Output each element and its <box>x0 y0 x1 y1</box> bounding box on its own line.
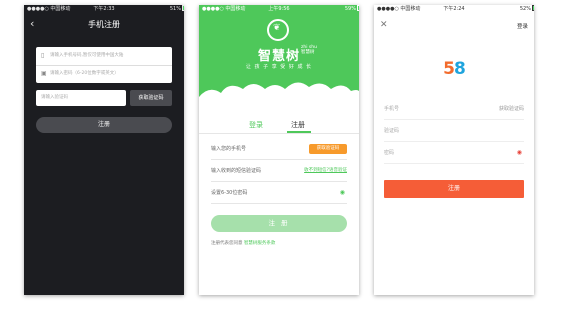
voice-code-link[interactable]: 收不到短信?语音验证 <box>304 161 347 181</box>
phone-58-register-screen: ●●●●○ 中国移动 下午2:24 52% ✕ 登录 58 手机号 获取验证码 … <box>374 5 534 295</box>
status-bar: ●●●●○ 中国移动 上午9:56 59% <box>199 5 359 14</box>
brand-name: 智慧树 <box>257 49 300 64</box>
status-bar: ●●●●○ 中国移动 下午2:33 51% <box>24 5 184 14</box>
status-time: 上午9:56 <box>268 6 290 12</box>
logo-leaf-icon: ❦ <box>273 23 281 33</box>
code-label: 验证码 <box>384 128 400 134</box>
password-field[interactable]: 密码 ◉ <box>384 143 524 164</box>
tab-register[interactable]: 注册 <box>291 120 305 130</box>
battery-status: 59% <box>344 5 359 14</box>
password-label: 设置6-30位密码 <box>211 190 248 196</box>
auth-tabs: 登录 注册 <box>199 117 359 134</box>
terms-link[interactable]: 智慧树服务条款 <box>244 241 276 246</box>
battery-status: 51% <box>169 5 184 14</box>
credentials-card: ▯ 请输入手机号码,暂仅可使用中国大陆 ▣ 请输入密码（6-20位数字或英文） <box>36 47 172 83</box>
logo-digit-5: 5 <box>443 59 455 79</box>
app-logo: 58 <box>374 59 534 79</box>
battery-percent: 51% <box>169 6 181 12</box>
phone-icon: ▯ <box>41 52 45 59</box>
close-icon[interactable]: ✕ <box>380 20 388 30</box>
page-title: 手机注册 <box>88 20 120 29</box>
terms-notice: 注册代表您同意 智慧树服务条款 <box>211 240 275 246</box>
battery-percent: 59% <box>344 6 356 12</box>
brand-subtitle: zhi shu 智慧树 <box>301 45 317 55</box>
active-tab-indicator <box>287 131 311 133</box>
battery-icon <box>182 5 184 11</box>
phone-field[interactable]: 输入您的手机号 获取验证码 <box>211 139 347 160</box>
battery-icon <box>357 5 359 11</box>
status-time: 下午2:33 <box>93 6 115 12</box>
phone-dark-register-screen: ●●●●○ 中国移动 下午2:33 51% ‹ 手机注册 ▯ 请输入手机号码,暂… <box>24 5 184 295</box>
get-code-button[interactable]: 获取验证码 <box>309 144 347 154</box>
register-button[interactable]: 注册 <box>384 180 524 198</box>
password-label: 密码 <box>384 150 395 156</box>
battery-icon <box>532 5 534 11</box>
code-field[interactable]: 请输入验证码 <box>36 90 126 106</box>
logo-digit-8: 8 <box>454 59 466 79</box>
phone-field[interactable]: ▯ 请输入手机号码,暂仅可使用中国大陆 <box>36 47 172 66</box>
code-field[interactable]: 输入收到的短信验证码 收不到短信?语音验证 <box>211 161 347 182</box>
password-field[interactable]: ▣ 请输入密码（6-20位数字或英文） <box>36 65 172 83</box>
get-code-button[interactable]: 获取验证码 <box>130 90 172 106</box>
code-label: 输入收到的短信验证码 <box>211 168 262 174</box>
status-bar: ●●●●○ 中国移动 下午2:24 52% <box>374 5 534 14</box>
register-button[interactable]: 注 册 <box>211 215 347 232</box>
tab-login[interactable]: 登录 <box>249 120 263 130</box>
password-field[interactable]: 设置6-30位密码 ◉ <box>211 183 347 204</box>
code-field[interactable]: 验证码 <box>384 121 524 142</box>
phone-label: 输入您的手机号 <box>211 146 247 152</box>
brand-slogan: 让 孩 子 享 受 好 成 长 <box>245 64 313 70</box>
get-code-button[interactable]: 获取验证码 <box>499 99 524 119</box>
status-time: 下午2:24 <box>443 6 465 12</box>
cloud-decoration <box>199 82 359 115</box>
phone-label: 手机号 <box>384 106 400 112</box>
terms-prefix: 注册代表您同意 <box>211 241 244 246</box>
password-placeholder: 请输入密码（6-20位数字或英文） <box>50 71 119 76</box>
register-button[interactable]: 注册 <box>36 117 172 133</box>
eye-icon[interactable]: ◉ <box>517 143 522 163</box>
eye-icon[interactable]: ◉ <box>340 183 345 203</box>
battery-percent: 52% <box>519 6 531 12</box>
login-link[interactable]: 登录 <box>517 22 528 30</box>
lock-icon: ▣ <box>41 70 47 77</box>
battery-status: 52% <box>519 5 534 14</box>
phone-green-register-screen: ●●●●○ 中国移动 上午9:56 59% ❦ 智慧树 zhi shu 智慧树 … <box>199 5 359 295</box>
phone-field[interactable]: 手机号 获取验证码 <box>384 99 524 120</box>
phone-placeholder: 请输入手机号码,暂仅可使用中国大陆 <box>50 53 124 58</box>
